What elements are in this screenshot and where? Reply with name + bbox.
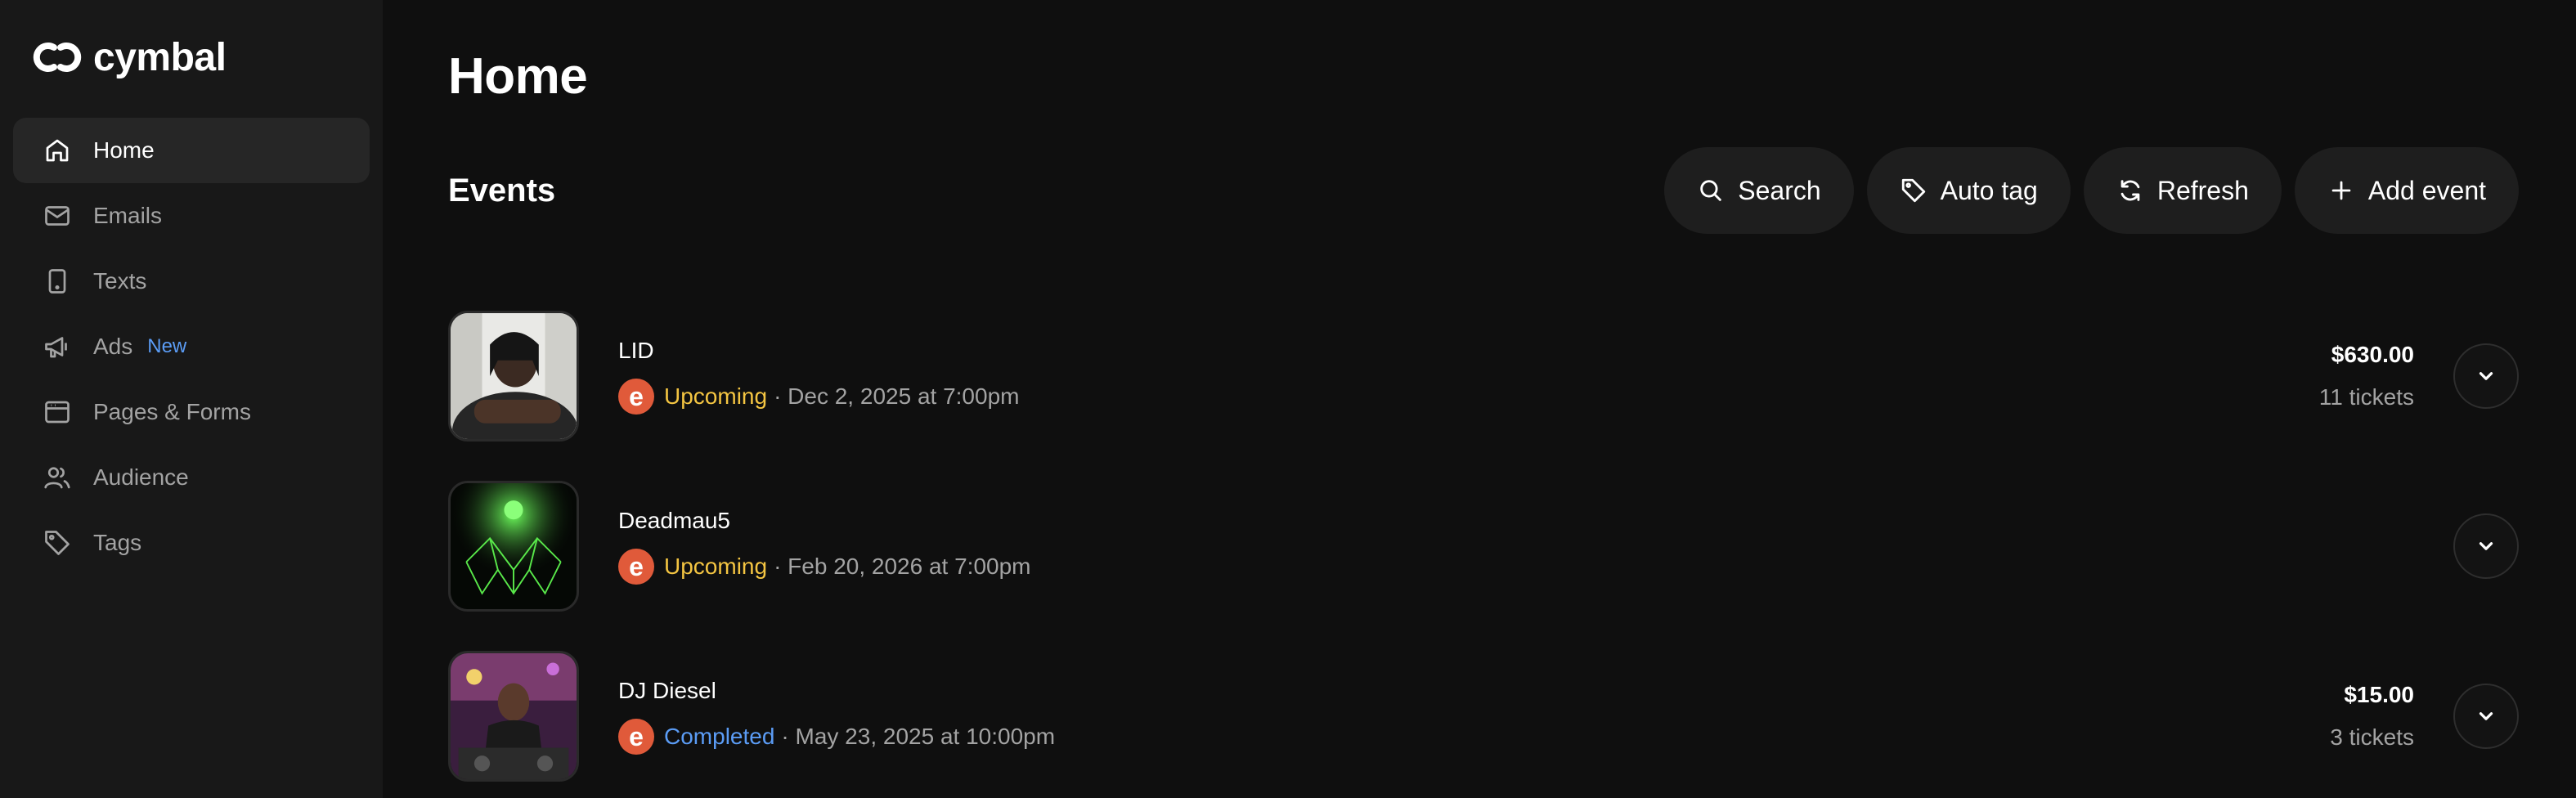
event-row[interactable]: LID e Upcoming · Dec 2, 2025 at 7:00pm $… [448, 291, 2519, 461]
sidebar: cymbal Home Emails Texts Ads New Pages &… [0, 0, 383, 798]
event-info: Deadmau5 e Upcoming · Feb 20, 2026 at 7:… [618, 508, 1031, 585]
section-title: Events [448, 172, 556, 208]
cymbal-logo-icon [29, 38, 85, 77]
event-name[interactable]: DJ Diesel [618, 678, 1055, 704]
event-amount: $15.00 [2344, 682, 2414, 707]
auto-tag-button-label: Auto tag [1940, 175, 2038, 205]
main-content: Home Events Search Auto tag Refresh Add … [383, 0, 2576, 798]
sidebar-item-audience[interactable]: Audience [13, 445, 370, 510]
refresh-icon [2120, 180, 2140, 201]
page-title: Home [448, 48, 588, 105]
phone-icon [43, 267, 72, 296]
sidebar-nav: Home Emails Texts Ads New Pages & Forms … [13, 118, 370, 576]
chevron-down-icon [2479, 712, 2493, 720]
app-root: cymbal Home Emails Texts Ads New Pages &… [0, 0, 2576, 798]
sidebar-item-label: Ads [93, 334, 133, 359]
sidebar-item-label: Emails [93, 203, 163, 228]
event-status: Upcoming [664, 383, 768, 409]
event-thumbnail[interactable] [448, 651, 579, 782]
sidebar-item-label: Tags [93, 530, 142, 555]
sidebar-item-texts[interactable]: Texts [13, 249, 370, 314]
sidebar-item-tags[interactable]: Tags [13, 510, 370, 576]
event-info: DJ Diesel e Completed · May 23, 2025 at … [618, 678, 1055, 755]
event-summary: $630.00 11 tickets [2319, 291, 2519, 461]
event-summary: $15.00 3 tickets [2330, 631, 2519, 798]
megaphone-icon [43, 332, 72, 361]
chevron-down-icon [2479, 542, 2493, 550]
event-date: · May 23, 2025 at 10:00pm [781, 724, 1056, 749]
events-list: LID e Upcoming · Dec 2, 2025 at 7:00pm $… [448, 291, 2519, 798]
refresh-button-label: Refresh [2156, 175, 2249, 205]
event-summary [2414, 461, 2519, 631]
event-status: Upcoming [664, 554, 768, 579]
event-row[interactable]: Deadmau5 e Upcoming · Feb 20, 2026 at 7:… [448, 461, 2519, 631]
search-icon [1700, 180, 1721, 201]
event-tickets: 11 tickets [2318, 384, 2414, 410]
tag-icon [43, 528, 72, 558]
tag-icon [1901, 178, 1925, 203]
sidebar-item-label: Pages & Forms [93, 399, 251, 424]
event-totals: $630.00 11 tickets [2319, 342, 2414, 410]
sidebar-item-label: Home [93, 137, 155, 163]
search-button-label: Search [1738, 175, 1821, 205]
eventbrite-icon: e [618, 549, 654, 585]
event-date: · Dec 2, 2025 at 7:00pm [774, 383, 1020, 409]
sidebar-item-label: Texts [93, 268, 147, 294]
auto-tag-button[interactable]: Auto tag [1866, 147, 2071, 234]
event-meta: e Upcoming · Dec 2, 2025 at 7:00pm [618, 379, 1019, 415]
event-tickets: 3 tickets [2330, 724, 2414, 750]
search-button[interactable]: Search [1664, 147, 1854, 234]
sidebar-item-emails[interactable]: Emails [13, 183, 370, 249]
expand-button[interactable] [2453, 513, 2519, 579]
event-info: LID e Upcoming · Dec 2, 2025 at 7:00pm [618, 338, 1019, 415]
expand-button[interactable] [2453, 684, 2519, 749]
event-meta: e Upcoming · Feb 20, 2026 at 7:00pm [618, 549, 1031, 585]
add-event-button-label: Add event [2367, 175, 2486, 205]
mail-icon [43, 201, 72, 231]
eventbrite-icon: e [618, 379, 654, 415]
events-toolbar: Search Auto tag Refresh Add event [1664, 147, 2519, 234]
event-thumbnail[interactable] [448, 311, 579, 442]
brand-name: cymbal [93, 35, 227, 79]
event-name[interactable]: LID [618, 338, 1019, 364]
event-date: · Feb 20, 2026 at 7:00pm [774, 554, 1031, 579]
plus-icon [2331, 181, 2351, 200]
event-meta: e Completed · May 23, 2025 at 10:00pm [618, 719, 1055, 755]
events-header: Events Search Auto tag Refresh Add event [448, 147, 2519, 234]
sidebar-item-home[interactable]: Home [13, 118, 370, 183]
sidebar-item-label: Audience [93, 464, 189, 490]
brand[interactable]: cymbal [13, 0, 370, 114]
event-totals: $15.00 3 tickets [2330, 682, 2414, 751]
eventbrite-icon: e [618, 719, 654, 755]
event-thumbnail[interactable] [448, 481, 579, 612]
users-icon [43, 463, 72, 492]
event-status: Completed [664, 724, 775, 749]
add-event-button[interactable]: Add event [2294, 147, 2519, 234]
expand-button[interactable] [2453, 343, 2519, 409]
home-icon [43, 136, 72, 165]
sidebar-item-ads[interactable]: Ads New [13, 314, 370, 379]
event-name[interactable]: Deadmau5 [618, 508, 1031, 534]
event-amount: $630.00 [2331, 342, 2414, 367]
refresh-button[interactable]: Refresh [2083, 147, 2282, 234]
browser-icon [43, 397, 72, 427]
new-badge: New [147, 335, 187, 357]
sidebar-item-pages-forms[interactable]: Pages & Forms [13, 379, 370, 445]
event-row[interactable]: DJ Diesel e Completed · May 23, 2025 at … [448, 631, 2519, 798]
chevron-down-icon [2479, 372, 2493, 380]
